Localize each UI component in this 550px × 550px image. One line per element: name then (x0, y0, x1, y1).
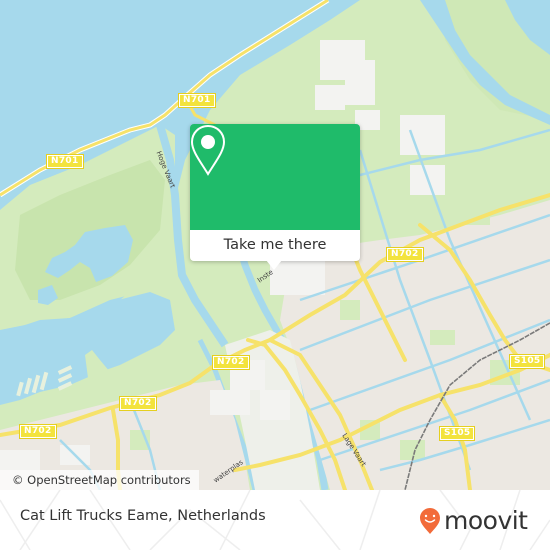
moovit-logo[interactable]: moovit (419, 505, 528, 537)
road-label-n702-southwest: N702 (19, 424, 57, 439)
footer: Cat Lift Trucks Eame, Netherlands moovit (0, 490, 550, 550)
road-label-s105-south: S105 (438, 426, 476, 441)
road-label-n702-east: N702 (386, 247, 424, 262)
road-label-s105-east: S105 (508, 354, 546, 369)
road-label-n702-west: N702 (119, 396, 157, 411)
place-name: Cat Lift Trucks Eame, Netherlands (20, 508, 266, 524)
road-label-n702-center: N702 (212, 355, 250, 370)
road-label-n701-north: N701 (178, 93, 216, 108)
road-label-n701-west: N701 (46, 154, 84, 169)
popup-header (190, 124, 360, 230)
map-pin-icon (190, 124, 226, 176)
map-attribution[interactable]: © OpenStreetMap contributors (0, 470, 199, 490)
map-view[interactable]: N701 N701 N702 N702 N702 N702 S105 S105 … (0, 0, 550, 490)
popup-tail (266, 260, 282, 270)
take-me-there-button[interactable]: Take me there (190, 230, 360, 261)
moovit-pin-icon (420, 508, 440, 534)
location-popup: Take me there (190, 124, 360, 270)
moovit-wordmark: moovit (444, 506, 528, 535)
